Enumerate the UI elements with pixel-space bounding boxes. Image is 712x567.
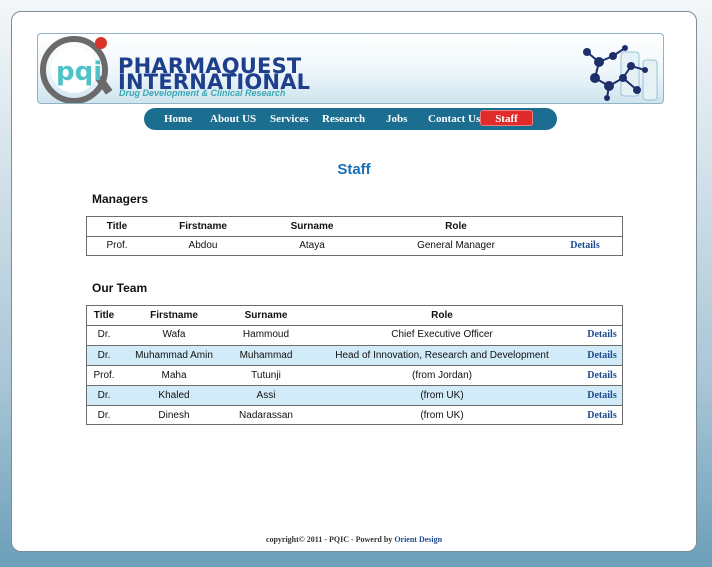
logo-letters: pqi: [56, 57, 102, 87]
column-header-surname: Surname: [244, 310, 288, 321]
copyright-text: copyright© 2011 - PQIC - Powerd by: [265, 535, 393, 544]
nav-services[interactable]: Services: [270, 108, 308, 130]
managers-table: Title Firstname Surname Role Prof. Abdou…: [86, 216, 623, 256]
column-header-firstname: Firstname: [150, 310, 198, 321]
cell-surname: Nadarassan: [239, 410, 293, 421]
footer: copyright© 2011 - PQIC - Powerd by Orien…: [12, 535, 696, 544]
details-link[interactable]: Details: [587, 406, 616, 425]
column-header-firstname: Firstname: [179, 221, 227, 232]
cell-surname: Ataya: [299, 240, 325, 251]
nav-contact-us[interactable]: Contact Us: [428, 108, 480, 130]
nav-staff[interactable]: Staff: [480, 110, 533, 126]
cell-firstname: Wafa: [162, 329, 186, 340]
column-header-title: Title: [106, 221, 128, 232]
cell-surname: Hammoud: [242, 329, 290, 340]
team-heading: Our Team: [92, 281, 148, 295]
cell-role: Chief Executive Officer: [391, 329, 493, 340]
table-header-row: Title Firstname Surname Role: [87, 306, 622, 326]
table-row: Dr. Muhammad Amin Muhammad Head of Innov…: [87, 345, 622, 365]
cell-role: (from UK): [420, 390, 464, 401]
cell-firstname: Dinesh: [158, 410, 190, 421]
cell-surname: Assi: [256, 390, 276, 401]
molecule-flask-icon: [583, 45, 658, 101]
details-link[interactable]: Details: [587, 325, 616, 344]
cell-firstname: Muhammad Amin: [135, 350, 213, 361]
cell-surname: Muhammad: [239, 350, 293, 361]
cell-role: (from UK): [420, 410, 464, 421]
team-table: Title Firstname Surname Role Dr. Wafa Ha…: [86, 305, 623, 425]
table-row: Prof. Abdou Ataya General Manager Detail…: [87, 236, 622, 256]
table-row: Dr. Wafa Hammoud Chief Executive Officer…: [87, 325, 622, 345]
details-link[interactable]: Details: [587, 346, 616, 365]
cell-role: (from Jordan): [411, 370, 473, 381]
table-header-row: Title Firstname Surname Role: [87, 217, 622, 237]
column-header-surname: Surname: [290, 221, 334, 232]
pqi-logo-icon: pqi: [40, 36, 113, 103]
cell-title: Dr.: [97, 410, 111, 421]
designer-link[interactable]: Orient Design: [394, 535, 442, 544]
page-title: Staff: [337, 161, 371, 178]
cell-role: Head of Innovation, Research and Develop…: [335, 350, 549, 361]
brand-tagline: Drug Development & Clinical Research: [119, 88, 286, 98]
cell-surname: Tutunji: [251, 370, 281, 381]
nav-about-us[interactable]: About US: [210, 108, 256, 130]
cell-title: Prof.: [106, 240, 128, 251]
cell-role: General Manager: [417, 240, 495, 251]
details-link[interactable]: Details: [587, 386, 616, 405]
cell-title: Prof.: [93, 370, 115, 381]
cell-title: Dr.: [97, 329, 111, 340]
column-header-title: Title: [93, 310, 115, 321]
cell-title: Dr.: [97, 390, 111, 401]
header-banner: pqi PHARMAQUEST INTERNATIONAL Drug Devel…: [37, 33, 664, 104]
page-container: pqi PHARMAQUEST INTERNATIONAL Drug Devel…: [11, 11, 697, 552]
table-row: Dr. Dinesh Nadarassan (from UK) Details: [87, 405, 622, 425]
cell-firstname: Maha: [161, 370, 187, 381]
cell-title: Dr.: [97, 350, 111, 361]
nav-home[interactable]: Home: [164, 108, 192, 130]
managers-heading: Managers: [92, 192, 149, 206]
table-row: Dr. Khaled Assi (from UK) Details: [87, 385, 622, 405]
column-header-role: Role: [445, 221, 467, 232]
nav-research[interactable]: Research: [322, 108, 365, 130]
column-header-role: Role: [431, 310, 453, 321]
main-nav: Home About US Services Research Jobs Con…: [144, 108, 557, 130]
table-row: Prof. Maha Tutunji (from Jordan) Details: [87, 365, 622, 385]
cell-firstname: Khaled: [158, 390, 190, 401]
details-link[interactable]: Details: [570, 236, 599, 255]
cell-firstname: Abdou: [188, 240, 218, 251]
details-link[interactable]: Details: [587, 366, 616, 385]
nav-jobs[interactable]: Jobs: [386, 108, 407, 130]
